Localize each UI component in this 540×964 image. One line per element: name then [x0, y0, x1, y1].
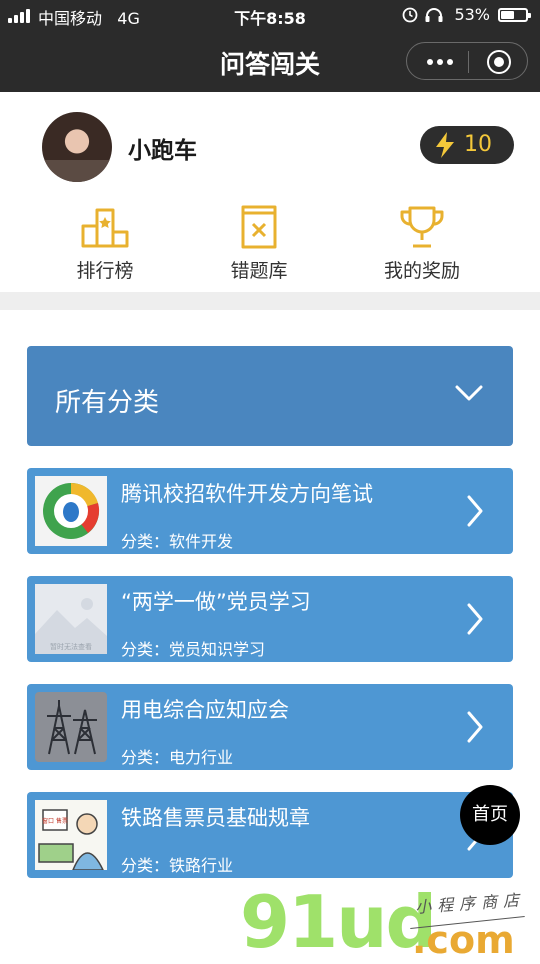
alarm-headphone-icons: [402, 7, 443, 23]
energy-badge[interactable]: 10: [420, 126, 514, 164]
power-tower-thumbnail: [35, 692, 107, 762]
ranking-podium-icon: [81, 208, 129, 248]
section-divider: [0, 292, 540, 310]
chevron-right-icon: [467, 495, 483, 527]
quiz-card[interactable]: 腾讯校招软件开发方向笔试 分类：软件开发: [27, 468, 513, 554]
watermark-logo: 91ud: [240, 880, 437, 964]
quiz-category: 分类：电力行业: [121, 748, 234, 767]
image-placeholder-thumbnail: 暂时无法查看: [35, 584, 107, 654]
quiz-category: 分类：软件开发: [121, 532, 234, 551]
my-rewards-label: 我的奖励: [383, 260, 460, 282]
thumbnail-caption: 暂时无法查看: [50, 642, 92, 651]
lightning-icon: [436, 132, 454, 158]
chevron-right-icon: [467, 603, 483, 635]
trophy-icon: [400, 206, 444, 248]
capsule-divider: [468, 51, 469, 73]
ticket-clerk-thumbnail: 窗口 售票: [35, 800, 107, 870]
quiz-title: “两学一做”党员学习: [121, 590, 311, 614]
wrong-questions-icon: [241, 205, 277, 249]
more-menu-icon[interactable]: [427, 59, 453, 65]
quiz-category: 分类：铁路行业: [121, 856, 234, 875]
thumbnail-caption: 窗口 售票: [42, 817, 68, 825]
my-rewards-button[interactable]: 我的奖励: [362, 204, 482, 284]
quiz-category: 分类：党员知识学习: [121, 640, 266, 659]
chevron-down-icon: [455, 385, 483, 401]
username: 小跑车: [128, 138, 197, 164]
energy-count: 10: [464, 132, 492, 157]
quiz-card[interactable]: 窗口 售票 铁路售票员基础规章 分类：铁路行业: [27, 792, 513, 878]
category-selector-label: 所有分类: [55, 388, 160, 418]
miniprogram-capsule: [406, 42, 528, 80]
close-miniprogram-icon[interactable]: [487, 50, 511, 74]
avatar[interactable]: [42, 112, 112, 182]
quiz-card[interactable]: 暂时无法查看 “两学一做”党员学习 分类：党员知识学习: [27, 576, 513, 662]
quiz-title: 用电综合应知应会: [121, 698, 289, 722]
battery-percent: 53%: [454, 5, 490, 24]
quiz-title: 铁路售票员基础规章: [121, 806, 310, 830]
ranking-label: 排行榜: [76, 260, 134, 282]
battery-icon: [498, 8, 531, 22]
quiz-title: 腾讯校招软件开发方向笔试: [121, 482, 373, 506]
nav-bar: 问答闯关: [0, 30, 540, 92]
quiz-card[interactable]: 用电综合应知应会 分类：电力行业: [27, 684, 513, 770]
category-selector[interactable]: 所有分类: [27, 346, 513, 446]
battery-level: [501, 11, 514, 19]
wrong-questions-button[interactable]: 错题库: [199, 204, 319, 284]
wrong-questions-label: 错题库: [230, 260, 288, 282]
chevron-right-icon: [467, 711, 483, 743]
status-bar: 中国移动 4G 下午8:58 53%: [0, 0, 540, 30]
watermark-domain: .com: [412, 918, 515, 962]
ranking-button[interactable]: 排行榜: [45, 204, 165, 284]
home-button[interactable]: 首页: [460, 785, 520, 845]
tencent-logo-thumbnail: [35, 476, 107, 546]
